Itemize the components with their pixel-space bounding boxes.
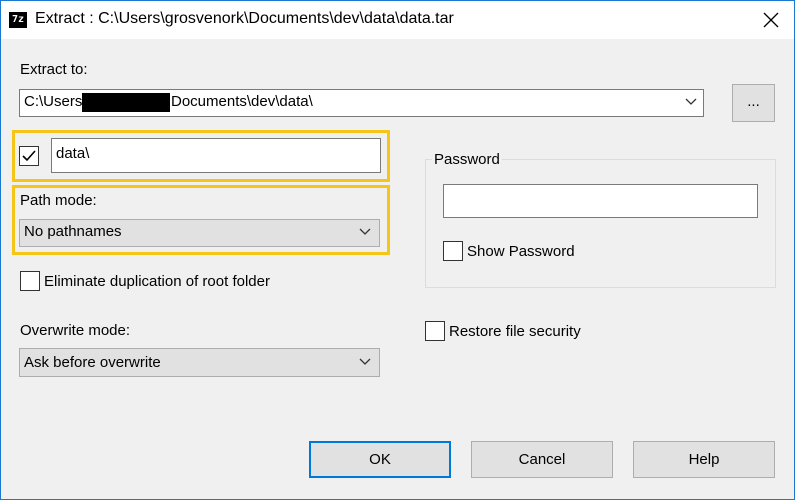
chevron-down-icon xyxy=(359,358,371,365)
show-password-checkbox[interactable] xyxy=(443,241,463,261)
path-mode-label: Path mode: xyxy=(20,192,97,209)
window-title: Extract : C:\Users\grosvenork\Documents\… xyxy=(35,10,454,27)
extract-to-label: Extract to: xyxy=(20,61,88,78)
chevron-down-icon xyxy=(359,228,371,235)
extract-to-combo[interactable]: C:\Users Documents\dev\data\ xyxy=(19,89,704,117)
subfolder-value: data\ xyxy=(56,145,90,162)
path-mode-value: No pathnames xyxy=(24,223,122,240)
subfolder-checkbox[interactable] xyxy=(19,146,39,166)
overwrite-mode-select[interactable]: Ask before overwrite xyxy=(19,348,380,377)
path-mode-select[interactable]: No pathnames xyxy=(19,219,380,247)
browse-button[interactable]: ... xyxy=(732,84,775,122)
restore-security-label: Restore file security xyxy=(449,323,581,340)
redaction-block xyxy=(82,93,170,112)
checkmark-icon xyxy=(22,150,36,162)
eliminate-duplication-checkbox[interactable] xyxy=(20,271,40,291)
close-icon xyxy=(763,12,779,28)
password-groupbox xyxy=(425,159,776,288)
restore-security-checkbox[interactable] xyxy=(425,321,445,341)
password-input[interactable] xyxy=(443,184,758,218)
title-bar: 7z Extract : C:\Users\grosvenork\Documen… xyxy=(1,1,794,39)
chevron-down-icon xyxy=(685,98,697,105)
password-group-label: Password xyxy=(432,151,502,168)
close-button[interactable] xyxy=(748,1,794,39)
help-button[interactable]: Help xyxy=(633,441,775,478)
overwrite-mode-value: Ask before overwrite xyxy=(24,354,161,371)
extract-dialog: 7z Extract : C:\Users\grosvenork\Documen… xyxy=(0,0,795,500)
overwrite-mode-label: Overwrite mode: xyxy=(20,322,131,339)
show-password-label: Show Password xyxy=(467,243,575,260)
subfolder-input[interactable]: data\ xyxy=(51,138,381,173)
eliminate-duplication-label: Eliminate duplication of root folder xyxy=(44,273,270,290)
extract-path-suffix: Documents\dev\data\ xyxy=(171,93,313,110)
ok-button[interactable]: OK xyxy=(309,441,451,478)
cancel-button[interactable]: Cancel xyxy=(471,441,613,478)
extract-path-prefix: C:\Users xyxy=(24,93,83,110)
app-icon: 7z xyxy=(9,12,27,28)
